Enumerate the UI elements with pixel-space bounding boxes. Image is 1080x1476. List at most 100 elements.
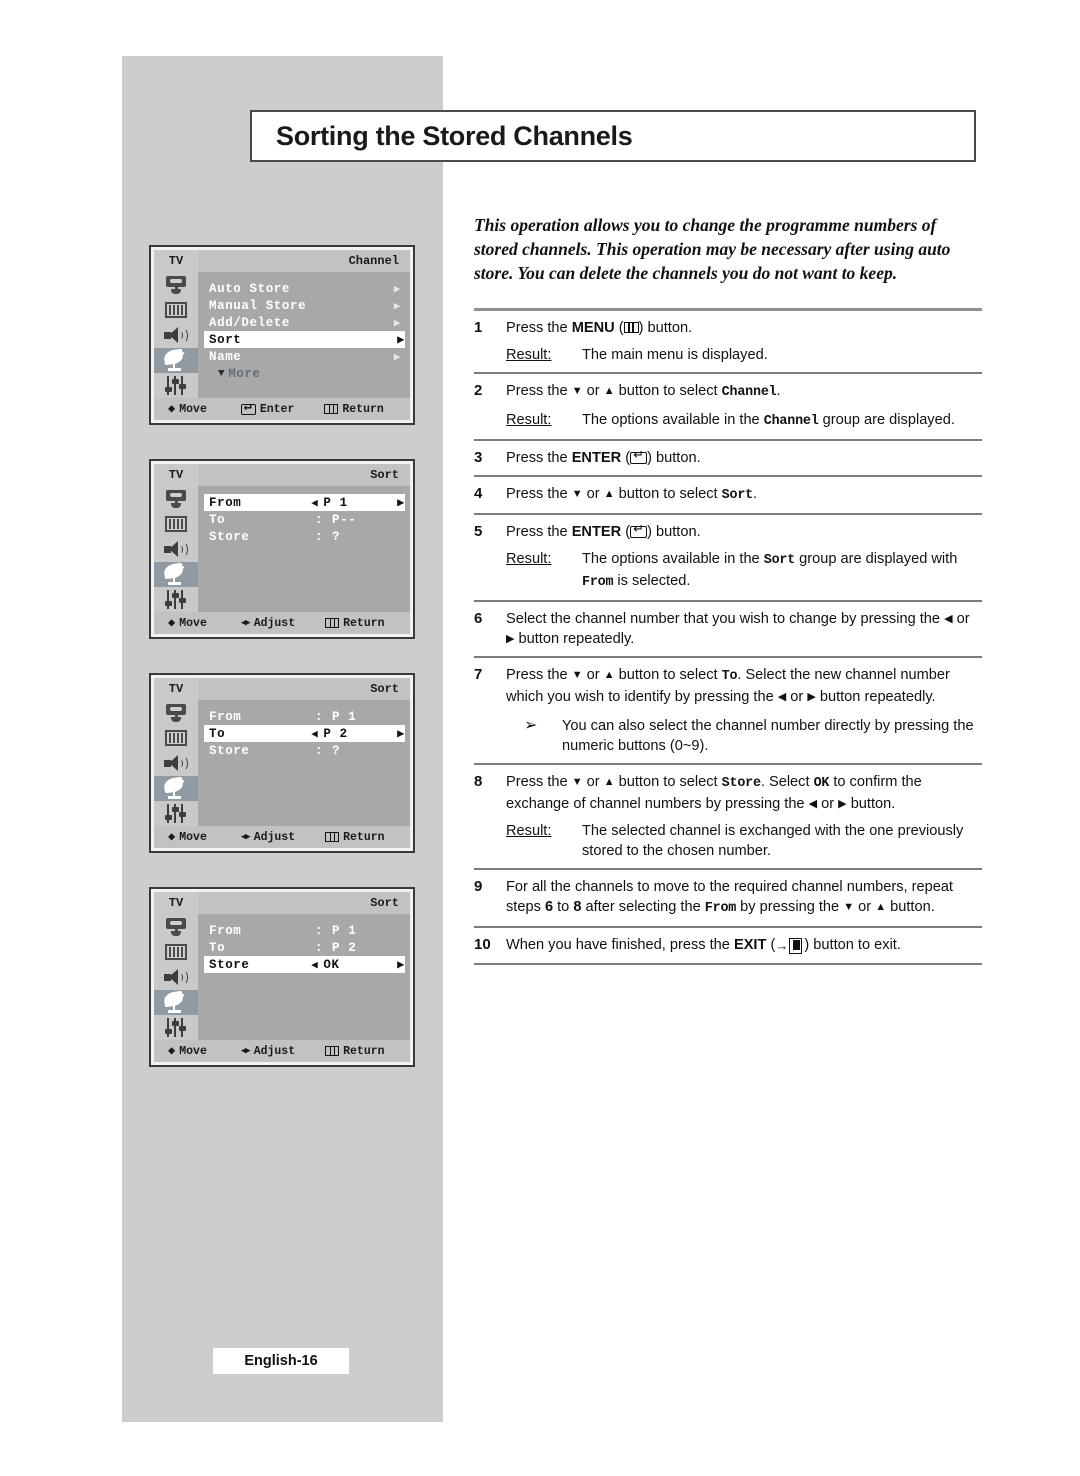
osd-icon-sidebar [154, 486, 198, 612]
step-item: 4 Press the ▼ or ▲ button to select Sort. [474, 477, 982, 513]
osd-menu-row[interactable]: Add/Delete ▶ [209, 314, 401, 331]
page-title-box: Sorting the Stored Channels [250, 110, 976, 162]
right-caret-icon[interactable]: ▶ [394, 299, 401, 313]
osd-more-label: More [228, 366, 261, 381]
osd-bars-icon[interactable] [154, 939, 198, 964]
osd-hint: Enter [240, 400, 294, 416]
osd-hint: ◆ Move [168, 1045, 207, 1058]
osd-menu-row[interactable]: To: P 2 [209, 939, 401, 956]
osd-bars-icon[interactable] [154, 511, 198, 536]
osd-equalizer-icon[interactable] [154, 801, 198, 826]
osd-device-label: TV [154, 464, 198, 486]
osd-menu-row[interactable]: To ◀ P 2 ▶ [204, 725, 405, 742]
osd-row-label: Store [209, 529, 250, 544]
osd-hint-label: Adjust [253, 616, 296, 630]
osd-row-label: From [209, 495, 242, 510]
osd-row-value: P 1 [332, 923, 357, 938]
osd-picture-icon[interactable] [154, 272, 198, 297]
osd-menu-row[interactable]: Auto Store ▶ [209, 280, 401, 297]
osd-speaker-icon[interactable] [154, 322, 198, 347]
note-text: You can also select the channel number d… [562, 718, 974, 754]
osd-bars-icon[interactable] [154, 297, 198, 322]
osd-speaker-icon[interactable] [154, 750, 198, 775]
osd-topbar: TV Sort [154, 892, 410, 914]
right-caret-icon[interactable]: ▶ [394, 316, 401, 330]
osd-menu-row[interactable]: From ◀ P 1 ▶ [204, 494, 405, 511]
step-item: 9 For all the channels to move to the req… [474, 870, 982, 926]
osd-menu-row[interactable]: Store:? [209, 528, 401, 545]
osd-more-row[interactable]: ▼ More [218, 365, 410, 382]
osd-row-value: ? [332, 529, 341, 544]
osd-satellite-dish-icon[interactable] [154, 347, 198, 373]
osd-picture-icon[interactable] [154, 700, 198, 725]
osd-speaker-icon[interactable] [154, 536, 198, 561]
osd-device-label: TV [154, 678, 198, 700]
osd-row-label: To [209, 726, 226, 741]
step-item: 1 Press the MENU () button. Result: The mai… [474, 311, 982, 372]
right-caret-icon[interactable]: ▶ [394, 350, 401, 364]
osd-row-value-group: ◀ P 2 [311, 727, 397, 741]
osd-menu-row[interactable]: Name ▶ [209, 348, 401, 365]
left-caret-icon[interactable]: ◀ [311, 958, 318, 972]
osd-hint-label: Move [179, 402, 207, 416]
osd-equalizer-icon[interactable] [154, 587, 198, 612]
osd-menu-row[interactable]: From: P 1 [209, 708, 401, 725]
osd-value-colon: : [315, 743, 324, 758]
osd-row-label: Add/Delete [209, 315, 291, 330]
step-text: Press the ▼ or ▲ button to select Store.… [506, 772, 982, 861]
osd-topbar: TV Channel [154, 250, 410, 272]
osd-row-label: To [209, 512, 226, 527]
right-caret-icon[interactable]: ▶ [397, 957, 405, 972]
step-item: 8 Press the ▼ or ▲ button to select Store… [474, 765, 982, 868]
step-item: 2 Press the ▼ or ▲ button to select Chann… [474, 374, 982, 439]
osd-menu-body: Auto Store ▶ Manual Store ▶ Add/Delete ▶ Sort ▶… [198, 272, 410, 398]
osd-menu-row[interactable]: Manual Store ▶ [209, 297, 401, 314]
osd-row-value: ? [332, 743, 341, 758]
right-caret-icon[interactable]: ▶ [397, 726, 405, 741]
osd-equalizer-icon[interactable] [154, 1015, 198, 1040]
osd-menu-row[interactable]: Store ◀ OK ▶ [204, 956, 405, 973]
osd-menu-row[interactable]: To: P-- [209, 511, 401, 528]
osd-hint: Return [324, 402, 384, 416]
osd-bars-icon[interactable] [154, 725, 198, 750]
right-caret-icon[interactable]: ▶ [397, 495, 405, 510]
result-label: Result: [506, 823, 552, 839]
osd-picture-icon[interactable] [154, 486, 198, 511]
osd-hint-label: Adjust [253, 1044, 296, 1058]
osd-hint-label: Move [179, 830, 207, 844]
osd-hint: Return [325, 617, 385, 630]
osd-row-value-group: :? [315, 744, 401, 758]
right-caret-icon[interactable]: ▶ [394, 282, 401, 296]
osd-satellite-dish-icon[interactable] [154, 561, 198, 587]
osd-menu-row[interactable]: Sort ▶ [204, 331, 405, 348]
osd-menu-row[interactable]: From: P 1 [209, 922, 401, 939]
osd-icon-sidebar [154, 272, 198, 398]
step-result: Result: The options available in the Sort… [506, 549, 982, 593]
osd-row-value: P-- [332, 512, 357, 527]
result-label: Result: [506, 347, 552, 363]
osd-panel: TV Channel Auto Store ▶ Manual Store ▶ Add/Del… [149, 245, 415, 425]
result-label: Result: [506, 551, 552, 567]
osd-row-label: To [209, 940, 226, 955]
osd-satellite-dish-icon[interactable] [154, 989, 198, 1015]
osd-hint: Return [325, 1045, 385, 1058]
osd-picture-icon[interactable] [154, 914, 198, 939]
osd-row-value: P 1 [332, 709, 357, 724]
osd-speaker-icon[interactable] [154, 964, 198, 989]
step-item: 10 When you have finished, press the EXIT… [474, 928, 982, 963]
osd-menu-row[interactable]: Store:? [209, 742, 401, 759]
osd-equalizer-icon[interactable] [154, 373, 198, 398]
osd-screen-title: Channel [348, 254, 399, 268]
osd-hint-label: Return [342, 402, 384, 416]
osd-satellite-dish-icon[interactable] [154, 775, 198, 801]
leftright-arrow-icon: ◀▶ [240, 1046, 251, 1056]
osd-row-label: From [209, 923, 242, 938]
step-divider [474, 963, 982, 965]
left-caret-icon[interactable]: ◀ [311, 496, 318, 510]
osd-row-label: Store [209, 743, 250, 758]
step-result: Result: The options available in the Chan… [506, 410, 982, 432]
right-caret-icon[interactable]: ▶ [397, 332, 405, 347]
osd-hint: ◆ Move [168, 617, 207, 630]
step-text: Press the ▼ or ▲ button to select To. Se… [506, 665, 982, 756]
left-caret-icon[interactable]: ◀ [311, 727, 318, 741]
